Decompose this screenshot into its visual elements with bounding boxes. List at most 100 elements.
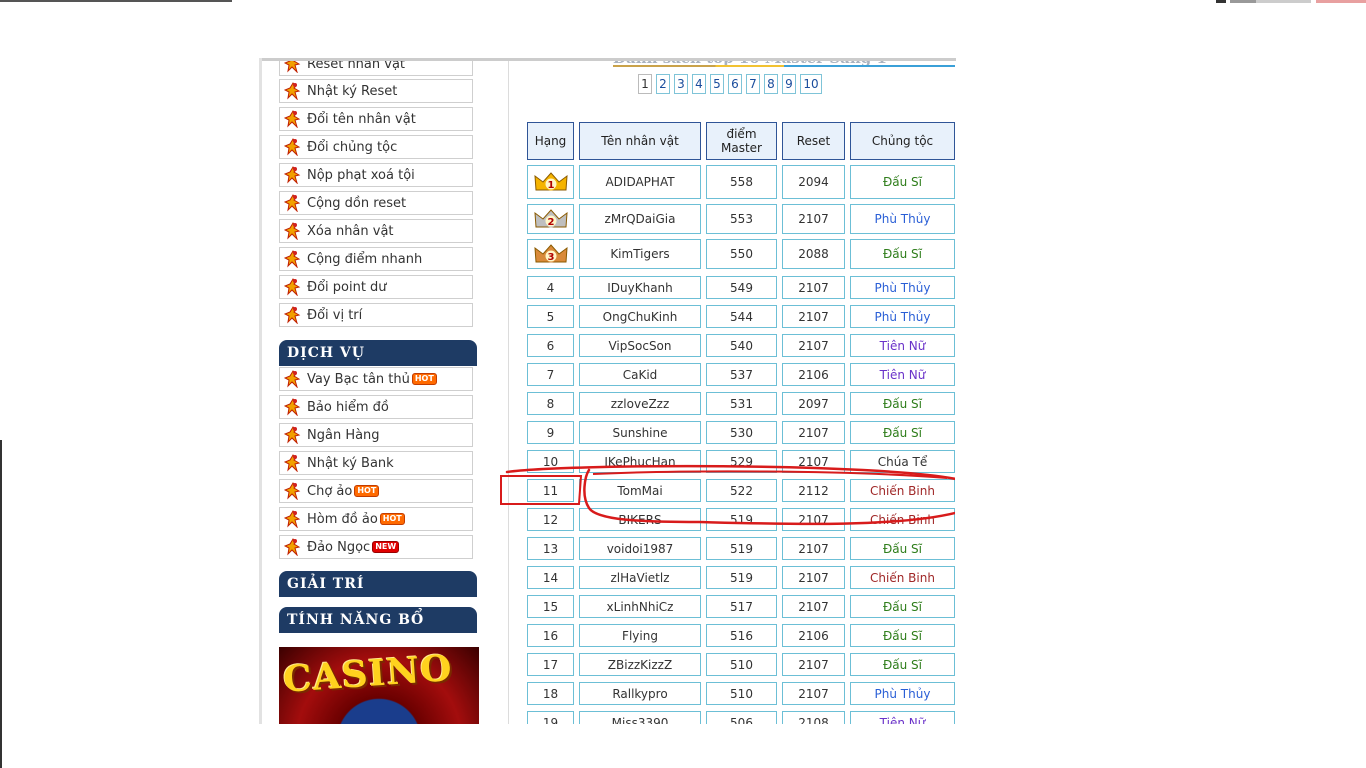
table-cell-rank: 16 bbox=[527, 624, 574, 647]
table-cell-name[interactable]: Rallkypro bbox=[579, 682, 701, 705]
page-link-2[interactable]: 2 bbox=[656, 74, 670, 94]
casino-banner-text: CASINO bbox=[281, 647, 454, 701]
table-cell-rank: 12 bbox=[527, 508, 574, 531]
table-cell-master: 510 bbox=[706, 682, 777, 705]
table-cell-name[interactable]: xLinhNhiCz bbox=[579, 595, 701, 618]
page-link-9[interactable]: 9 bbox=[782, 74, 796, 94]
table-cell-reset: 2107 bbox=[782, 508, 845, 531]
table-cell-name[interactable]: voidoi1987 bbox=[579, 537, 701, 560]
table-cell-rank: 15 bbox=[527, 595, 574, 618]
running-figure-icon bbox=[282, 193, 304, 213]
table-cell-name[interactable]: zzloveZzz bbox=[579, 392, 701, 415]
table-cell-name[interactable]: TomMai bbox=[579, 479, 701, 502]
table-cell-reset: 2108 bbox=[782, 711, 845, 724]
table-cell-reset: 2107 bbox=[782, 421, 845, 444]
running-figure-icon bbox=[282, 221, 304, 241]
table-cell-rank: 8 bbox=[527, 392, 574, 415]
dich-vu-item-label: Ngân Hàng bbox=[307, 427, 380, 443]
table-cell-name[interactable]: zMrQDaiGia bbox=[579, 204, 701, 234]
sidebar-item-8[interactable]: Cộng điểm nhanh bbox=[279, 247, 473, 271]
dich-vu-item-1[interactable]: Vay Bạc tân thủ HOT bbox=[279, 367, 473, 391]
table-cell-name[interactable]: ZBizzKizzZ bbox=[579, 653, 701, 676]
page-content: Reset nhân vật Nhật ký Reset Đổi tên nhân … bbox=[259, 58, 955, 724]
section-dich-vu: DỊCH VỤ bbox=[279, 340, 477, 366]
sidebar-item-label: Đổi tên nhân vật bbox=[307, 111, 416, 127]
table-cell-name[interactable]: ADIDAPHAT bbox=[579, 165, 701, 199]
sidebar-item-label: Nhật ký Reset bbox=[307, 83, 398, 99]
table-cell-name[interactable]: Miss3390 bbox=[579, 711, 701, 724]
table-cell-master: 519 bbox=[706, 566, 777, 589]
page-link-4[interactable]: 4 bbox=[692, 74, 706, 94]
table-cell-reset: 2106 bbox=[782, 363, 845, 386]
running-figure-icon bbox=[282, 369, 304, 389]
page-link-10[interactable]: 10 bbox=[800, 74, 822, 94]
table-cell-name[interactable]: IKePhucHan bbox=[579, 450, 701, 473]
sidebar-item-label: Nộp phạt xoá tội bbox=[307, 167, 415, 183]
page-link-5[interactable]: 5 bbox=[710, 74, 724, 94]
running-figure-icon bbox=[282, 81, 304, 101]
table-cell-rank: 4 bbox=[527, 276, 574, 299]
table-cell-name[interactable]: IDuyKhanh bbox=[579, 276, 701, 299]
page-link-1[interactable]: 1 bbox=[638, 74, 652, 94]
table-cell-name[interactable]: KimTigers bbox=[579, 239, 701, 269]
table-cell-name[interactable]: BIKERS bbox=[579, 508, 701, 531]
table-cell-name[interactable]: Sunshine bbox=[579, 421, 701, 444]
table-cell-rank: 7 bbox=[527, 363, 574, 386]
running-figure-icon bbox=[282, 537, 304, 557]
sidebar-item-5[interactable]: Nộp phạt xoá tội bbox=[279, 163, 473, 187]
sidebar-item-10[interactable]: Đổi vị trí bbox=[279, 303, 473, 327]
table-cell-rank: 11 bbox=[527, 479, 574, 502]
dich-vu-item-2[interactable]: Bảo hiểm đồ bbox=[279, 395, 473, 419]
sidebar-item-9[interactable]: Đổi point dư bbox=[279, 275, 473, 299]
sidebar-item-label: Đổi point dư bbox=[307, 279, 387, 295]
table-cell-race: Chúa Tể bbox=[850, 450, 955, 473]
running-figure-icon bbox=[282, 481, 304, 501]
table-cell-race: Chiến Binh bbox=[850, 479, 955, 502]
sidebar-item-6[interactable]: Cộng dồn reset bbox=[279, 191, 473, 215]
table-cell-reset: 2088 bbox=[782, 239, 845, 269]
dich-vu-item-6[interactable]: Hòm đồ ảo HOT bbox=[279, 507, 473, 531]
dich-vu-item-5[interactable]: Chợ ảo HOT bbox=[279, 479, 473, 503]
table-cell-rank: 9 bbox=[527, 421, 574, 444]
table-cell-race: Đấu Sĩ bbox=[850, 421, 955, 444]
dich-vu-item-label: Đảo Ngọc bbox=[307, 539, 371, 555]
rank-crown-icon: 1 bbox=[527, 165, 574, 199]
dich-vu-item-3[interactable]: Ngân Hàng bbox=[279, 423, 473, 447]
sidebar-item-label: Cộng dồn reset bbox=[307, 195, 407, 211]
column-header: Chủng tộc bbox=[850, 122, 955, 160]
table-cell-name[interactable]: zlHaVietlz bbox=[579, 566, 701, 589]
page-link-7[interactable]: 7 bbox=[746, 74, 760, 94]
table-cell-name[interactable]: OngChuKinh bbox=[579, 305, 701, 328]
page-left-border bbox=[259, 58, 262, 724]
sidebar-divider bbox=[508, 58, 509, 724]
sidebar-item-4[interactable]: Đổi chủng tộc bbox=[279, 135, 473, 159]
hot-badge: HOT bbox=[354, 485, 380, 497]
sidebar-item-label: Xóa nhân vật bbox=[307, 223, 394, 239]
table-cell-race: Tiên Nữ bbox=[850, 334, 955, 357]
table-cell-master: 510 bbox=[706, 653, 777, 676]
table-cell-name[interactable]: Flying bbox=[579, 624, 701, 647]
sidebar-item-3[interactable]: Đổi tên nhân vật bbox=[279, 107, 473, 131]
section-giai-tri[interactable]: GIẢI TRÍ bbox=[279, 571, 477, 597]
left-edge-line bbox=[0, 440, 2, 768]
dich-vu-item-4[interactable]: Nhật ký Bank bbox=[279, 451, 473, 475]
sidebar-item-7[interactable]: Xóa nhân vật bbox=[279, 219, 473, 243]
dich-vu-item-7[interactable]: Đảo Ngọc NEW bbox=[279, 535, 473, 559]
table-cell-master: 530 bbox=[706, 421, 777, 444]
page-link-3[interactable]: 3 bbox=[674, 74, 688, 94]
sidebar-item-2[interactable]: Nhật ký Reset bbox=[279, 79, 473, 103]
table-cell-reset: 2107 bbox=[782, 450, 845, 473]
table-cell-master: 517 bbox=[706, 595, 777, 618]
table-cell-name[interactable]: VipSocSon bbox=[579, 334, 701, 357]
casino-banner[interactable]: CASINO bbox=[279, 647, 479, 724]
table-cell-rank: 18 bbox=[527, 682, 574, 705]
section-tinh-nang-bo-sung[interactable]: TÍNH NĂNG BỔ SUNG bbox=[279, 607, 477, 655]
page-link-8[interactable]: 8 bbox=[764, 74, 778, 94]
column-header: Tên nhân vật bbox=[579, 122, 701, 160]
table-cell-rank: 14 bbox=[527, 566, 574, 589]
table-cell-rank: 5 bbox=[527, 305, 574, 328]
page-link-6[interactable]: 6 bbox=[728, 74, 742, 94]
table-cell-master: 529 bbox=[706, 450, 777, 473]
table-cell-reset: 2107 bbox=[782, 276, 845, 299]
table-cell-name[interactable]: CaKid bbox=[579, 363, 701, 386]
